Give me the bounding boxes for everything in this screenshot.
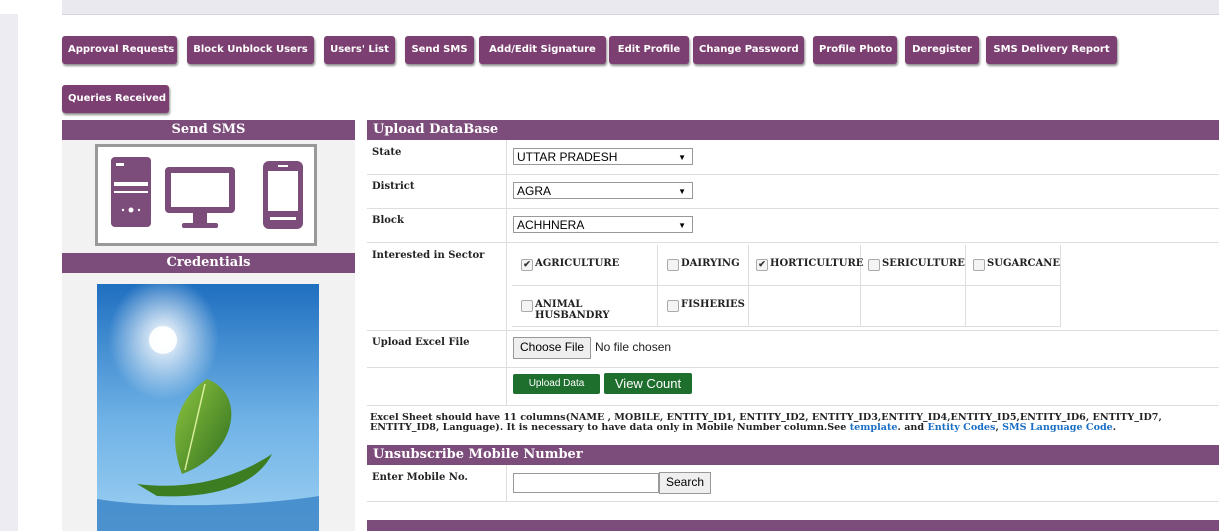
sector-horticulture[interactable]: ✔ HORTICULTURE: [749, 245, 864, 286]
nav-change-password[interactable]: Change Password: [693, 36, 804, 64]
sector-animal-husbandry[interactable]: ANIMAL HUSBANDRY: [512, 286, 658, 327]
district-value: AGRA: [517, 184, 552, 198]
state-select[interactable]: UTTAR PRADESH ▼: [513, 148, 693, 165]
devices-icon: [111, 157, 303, 229]
mobile-row: Enter Mobile No. Search: [367, 465, 1219, 502]
state-value: UTTAR PRADESH: [517, 150, 618, 164]
nav-sms-delivery-report[interactable]: SMS Delivery Report: [986, 36, 1117, 64]
nav-queries-received[interactable]: Queries Received: [62, 85, 169, 113]
note-comma: ,: [995, 422, 999, 433]
state-label: State: [372, 147, 402, 158]
mobile-label: Enter Mobile No.: [372, 472, 468, 483]
dropdown-arrow-icon: ▼: [678, 187, 686, 196]
checkbox-icon[interactable]: [868, 259, 880, 271]
top-bar: [0, 0, 1219, 15]
checkbox-icon[interactable]: [973, 259, 985, 271]
sector-empty-cell: [749, 286, 861, 327]
checkbox-checked-icon[interactable]: ✔: [521, 259, 533, 271]
upload-data-button[interactable]: Upload Data: [513, 374, 600, 394]
sector-label-agriculture: AGRICULTURE: [535, 258, 620, 269]
sector-row: Interested in Sector ✔ AGRICULTURE DAIRY…: [367, 242, 1219, 331]
district-select[interactable]: AGRA ▼: [513, 182, 693, 199]
sector-label-fisheries: FISHERIES: [681, 299, 745, 310]
block-select[interactable]: ACHHNERA ▼: [513, 216, 693, 233]
sector-empty-cell: [966, 286, 1061, 327]
unsubscribe-heading: Unsubscribe Mobile Number: [367, 445, 1219, 465]
block-value: ACHHNERA: [517, 218, 585, 232]
sms-language-code-link[interactable]: SMS Language Code: [1002, 422, 1113, 433]
district-label: District: [372, 181, 415, 192]
mobile-input[interactable]: [513, 473, 659, 493]
nav-users-list[interactable]: Users' List: [324, 36, 395, 64]
sector-label-animal-husbandry: ANIMAL HUSBANDRY: [535, 299, 610, 321]
block-row: Block ACHHNERA ▼: [367, 208, 1219, 243]
sector-empty-cell: [861, 286, 966, 327]
sector-sericulture[interactable]: SERICULTURE: [861, 245, 966, 286]
sector-label-horticulture: HORTICULTURE: [770, 258, 864, 269]
sector-label-dairying: DAIRYING: [681, 258, 740, 269]
top-strip: [62, 0, 1219, 15]
excel-row: Upload Excel File Choose File No file ch…: [367, 330, 1219, 368]
devices-illustration: [95, 144, 317, 246]
sector-label-sericulture: SERICULTURE: [882, 258, 965, 269]
excel-instructions: Excel Sheet should have 11 columns(NAME …: [370, 413, 1210, 433]
search-button[interactable]: Search: [659, 472, 712, 494]
sector-dairying[interactable]: DAIRYING: [658, 245, 749, 286]
nav-edit-profile[interactable]: Edit Profile: [609, 36, 689, 64]
note-end: .: [1112, 422, 1117, 433]
credentials-heading: Credentials: [62, 253, 355, 273]
choose-file-button[interactable]: Choose File: [513, 337, 592, 359]
checkbox-checked-icon[interactable]: ✔: [756, 259, 768, 271]
nav-block-unblock-users[interactable]: Block Unblock Users: [187, 36, 314, 64]
sector-fisheries[interactable]: FISHERIES: [658, 286, 749, 327]
excel-label: Upload Excel File: [372, 337, 470, 348]
checkbox-icon[interactable]: [667, 259, 679, 271]
nav-add-edit-signature[interactable]: Add/Edit Signature: [479, 36, 606, 64]
checkbox-icon[interactable]: [521, 300, 533, 312]
nav-deregister[interactable]: Deregister: [905, 36, 979, 64]
leaf-boat-image: [97, 284, 319, 531]
district-row: District AGRA ▼: [367, 174, 1219, 209]
upload-buttons-row: Upload Data View Count: [367, 367, 1219, 406]
no-file-text: No file chosen: [595, 340, 672, 354]
sector-sugarcane[interactable]: SUGARCANE: [966, 245, 1061, 286]
nav-send-sms[interactable]: Send SMS: [405, 36, 474, 64]
dropdown-arrow-icon: ▼: [678, 221, 686, 230]
nav-profile-photo[interactable]: Profile Photo: [813, 36, 897, 64]
checkbox-icon[interactable]: [667, 300, 679, 312]
sector-label-sugarcane: SUGARCANE: [987, 258, 1061, 269]
note-and: . and: [897, 422, 925, 433]
left-gutter: [0, 0, 18, 531]
nav-approval-requests[interactable]: Approval Requests: [62, 36, 177, 64]
sector-agriculture[interactable]: ✔ AGRICULTURE: [512, 245, 658, 286]
bottom-panel-strip: [367, 520, 1219, 531]
entity-codes-link[interactable]: Entity Codes: [927, 422, 995, 433]
upload-database-heading: Upload DataBase: [367, 120, 1219, 140]
view-count-button[interactable]: View Count: [604, 373, 692, 394]
send-sms-heading: Send SMS: [62, 120, 355, 140]
dropdown-arrow-icon: ▼: [678, 153, 686, 162]
block-label: Block: [372, 215, 404, 226]
sector-label: Interested in Sector: [372, 250, 485, 261]
state-row: State UTTAR PRADESH ▼: [367, 140, 1219, 175]
template-link[interactable]: template: [850, 422, 898, 433]
